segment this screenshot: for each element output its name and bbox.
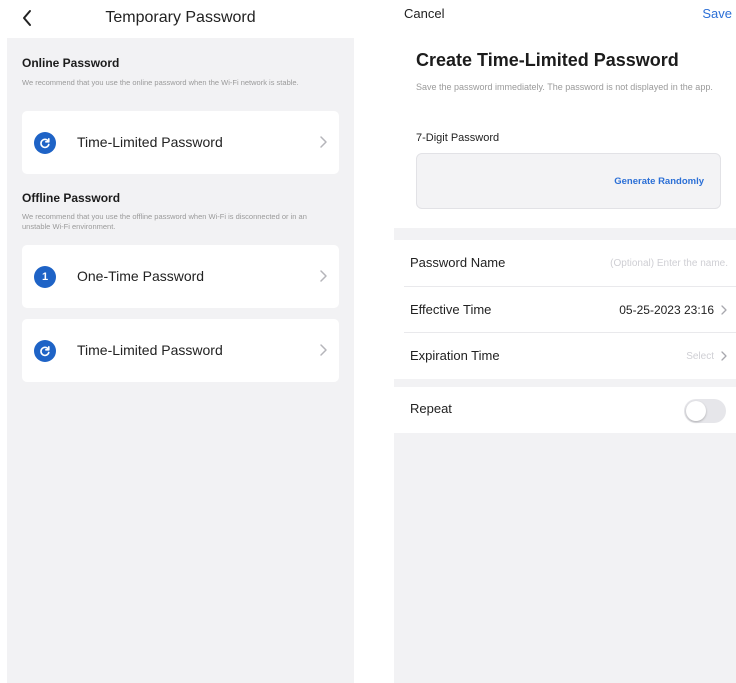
effective-time-value: 05-25-2023 23:16 xyxy=(619,303,714,317)
generate-randomly-button[interactable]: Generate Randomly xyxy=(614,176,704,187)
refresh-icon xyxy=(34,132,56,154)
item-label: Time-Limited Password xyxy=(77,342,223,358)
number-one-icon: 1 xyxy=(34,266,56,288)
password-name-row[interactable]: Password Name (Optional) Enter the name. xyxy=(394,240,736,286)
refresh-icon xyxy=(34,340,56,362)
chevron-right-icon xyxy=(320,270,327,282)
item-label: One-Time Password xyxy=(77,268,205,284)
password-field-label: 7-Digit Password xyxy=(416,132,500,144)
page-title: Create Time-Limited Password xyxy=(416,50,679,70)
cancel-button[interactable]: Cancel xyxy=(404,6,444,21)
nav-bar: Cancel Save xyxy=(394,0,736,30)
repeat-toggle[interactable] xyxy=(684,399,726,423)
empty-area xyxy=(394,433,736,683)
online-time-limited-password-item[interactable]: Time-Limited Password xyxy=(22,111,339,174)
repeat-row: Repeat xyxy=(394,387,736,433)
section-divider xyxy=(394,228,736,240)
expiration-time-row[interactable]: Expiration Time Select xyxy=(394,333,736,379)
one-time-password-item[interactable]: 1 One-Time Password xyxy=(22,245,339,308)
row-label: Expiration Time xyxy=(410,348,500,363)
toggle-knob xyxy=(686,401,706,421)
item-label: Time-Limited Password xyxy=(77,134,223,150)
password-display-box[interactable]: Generate Randomly xyxy=(416,153,721,209)
row-label: Effective Time xyxy=(410,302,492,317)
chevron-right-icon xyxy=(721,305,727,315)
password-name-input[interactable]: (Optional) Enter the name. xyxy=(610,258,728,269)
save-button[interactable]: Save xyxy=(702,6,732,21)
offline-section-description: We recommend that you use the offline pa… xyxy=(22,212,307,231)
page-description: Save the password immediately. The passw… xyxy=(416,82,713,92)
content-area: Online Password We recommend that you us… xyxy=(7,38,354,683)
nav-bar: Temporary Password xyxy=(7,0,354,38)
page-title: Temporary Password xyxy=(105,9,256,26)
chevron-right-icon xyxy=(320,344,327,356)
section-divider xyxy=(394,379,736,387)
row-label: Password Name xyxy=(410,255,506,270)
expiration-time-value: Select xyxy=(686,351,714,362)
chevron-right-icon xyxy=(320,136,327,148)
offline-section-title: Offline Password xyxy=(22,191,121,205)
online-section-title: Online Password xyxy=(22,56,120,70)
online-section-description: We recommend that you use the online pas… xyxy=(22,78,299,87)
create-password-screen: Cancel Save Create Time-Limited Password… xyxy=(394,0,736,683)
temporary-password-screen: Temporary Password Online Password We re… xyxy=(7,0,354,683)
offline-time-limited-password-item[interactable]: Time-Limited Password xyxy=(22,319,339,382)
effective-time-row[interactable]: Effective Time 05-25-2023 23:16 xyxy=(394,287,736,333)
chevron-right-icon xyxy=(721,351,727,361)
row-label: Repeat xyxy=(410,401,452,416)
